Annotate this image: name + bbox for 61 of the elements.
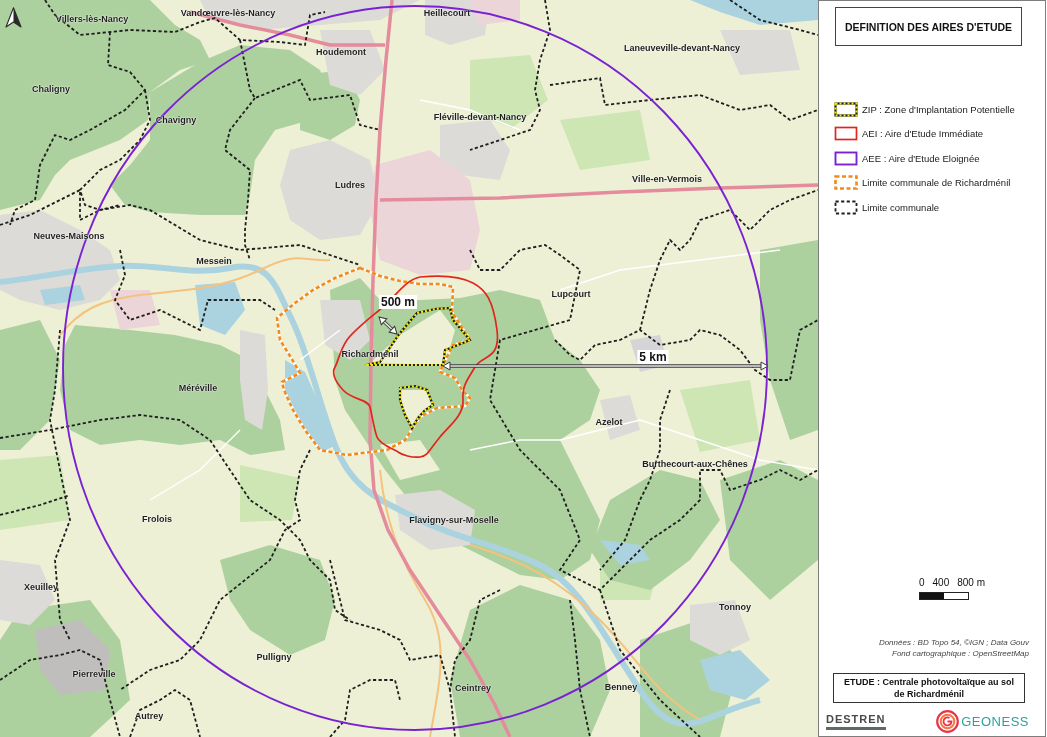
place-label: Laneuveville-devant-Nancy [624,42,740,54]
built-up-area [690,600,750,655]
study-title-box: ETUDE : Centrale photovoltaïque au sol de Richardménil [833,673,1025,703]
legend-swatch-icon [834,126,858,141]
legend-swatch-icon [834,150,858,166]
industrial-area [110,290,160,330]
credits-text: Données : BD Topo 54, ©IGN ; Data Gouv [878,637,1029,648]
scale-bar [919,592,969,600]
meadow-area [240,465,300,522]
place-label: Autrey [134,710,164,722]
place-label: Messein [196,255,232,267]
scale-label: 0 [919,577,925,589]
company-logo-text: GEONESS [961,713,1029,729]
place-label: Vandœuvre-lès-Nancy [180,7,276,19]
industrial-area [470,0,520,25]
place-label: Tonnoy [719,601,751,613]
legend-label: Limite communale [862,201,940,213]
distance-arrow [378,316,398,335]
legend-swatch-icon [834,101,858,117]
legend-label: AEE : Aire d'Etude Eloignée [862,152,980,164]
place-label: Xeuilley [24,581,58,593]
lake [700,650,770,700]
place-label: Heillecourt [423,7,471,19]
field-area [400,390,432,425]
zip-area-outline [398,384,435,431]
built-up-area [440,120,510,180]
field-area [380,440,440,480]
place-label: Pierreville [72,668,116,680]
scale-label: 400 [932,577,950,589]
place-label: Lupcourt [551,288,591,300]
scale-label: 800 m [957,577,986,589]
place-label: Frolois [142,513,172,525]
place-label: Chaligny [32,83,70,95]
place-label: Benney [604,681,638,693]
place-label: Méréville [178,382,218,394]
north-arrow-icon [5,7,22,28]
distance-label: 500 m [379,295,417,309]
place-label: Pulligny [256,651,292,663]
company-logo-text: DESTREN [826,712,886,730]
place-label: Burthecourt-aux-Chênes [642,458,748,470]
legend-label: Limite communale de Richardménil [862,177,1011,188]
swirl-logo-icon [936,709,960,733]
lake [600,540,650,565]
place-label: Ceintrey [455,682,491,694]
legend-swatch-icon [834,175,858,190]
distance-label: 5 km [637,350,669,364]
lake [195,282,245,335]
legend-label: AEI : Aire d'Etude Immédiate [862,128,984,139]
place-label: Ludres [335,179,365,191]
legend-label: ZIP : Zone d'Implantation Potentielle [862,103,1015,115]
place-label: Azelot [595,416,623,428]
credits-text: Fond cartographique : OpenStreetMap [892,648,1029,659]
place-label: Fléville-devant-Nancy [433,111,527,123]
minor-road [299,329,341,361]
place-label: Ville-en-Vermois [632,173,702,185]
place-label: Villers-lès-Nancy [55,13,129,25]
lake [40,285,85,305]
legend-swatch-icon [834,199,858,215]
place-label: Flavigny-sur-Moselle [409,514,499,526]
legend-title: DEFINITION DES AIRES D'ETUDE [835,7,1022,46]
place-label: Houdemont [316,46,366,58]
